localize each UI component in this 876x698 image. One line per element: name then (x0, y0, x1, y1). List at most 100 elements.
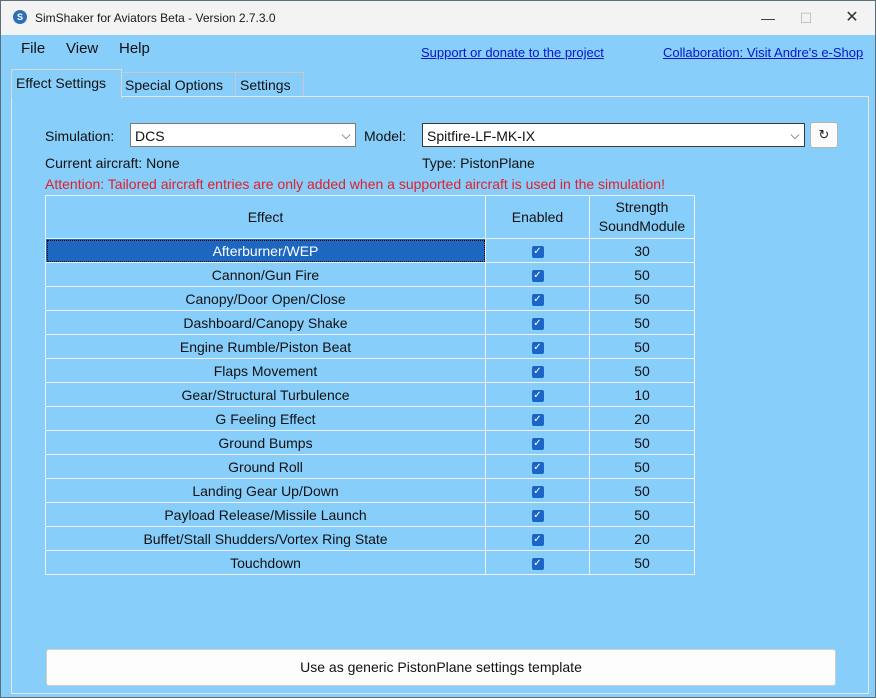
table-row[interactable]: Landing Gear Up/Down ✓ 50 (45, 478, 695, 503)
table-row[interactable]: Cannon/Gun Fire ✓ 50 (45, 262, 695, 287)
effect-cell[interactable]: Engine Rumble/Piston Beat (45, 334, 486, 359)
enabled-cell: ✓ (485, 454, 590, 479)
enabled-checkbox[interactable]: ✓ (531, 317, 544, 330)
strength-cell[interactable]: 50 (589, 334, 695, 359)
simulation-select[interactable]: DCS ⌵ (130, 123, 356, 147)
collaboration-link[interactable]: Collaboration: Visit Andre's e-Shop (663, 45, 863, 60)
table-row[interactable]: Gear/Structural Turbulence ✓ 10 (45, 382, 695, 407)
model-value: Spitfire-LF-MK-IX (427, 128, 536, 144)
effect-cell[interactable]: Payload Release/Missile Launch (45, 502, 486, 527)
strength-cell[interactable]: 50 (589, 478, 695, 503)
effect-cell[interactable]: Afterburner/WEP (45, 238, 486, 263)
strength-cell[interactable]: 20 (589, 526, 695, 551)
app-window: S SimShaker for Aviators Beta - Version … (0, 0, 876, 698)
strength-cell[interactable]: 50 (589, 286, 695, 311)
model-select[interactable]: Spitfire-LF-MK-IX ⌵ (422, 123, 805, 147)
strength-cell[interactable]: 20 (589, 406, 695, 431)
enabled-checkbox[interactable]: ✓ (531, 485, 544, 498)
chevron-down-icon: ⌵ (341, 128, 351, 142)
table-row[interactable]: Canopy/Door Open/Close ✓ 50 (45, 286, 695, 311)
maximize-button[interactable]: ☐ (791, 7, 821, 29)
menu-view[interactable]: View (66, 40, 98, 57)
strength-cell[interactable]: 30 (589, 238, 695, 263)
table-row[interactable]: Ground Bumps ✓ 50 (45, 430, 695, 455)
strength-cell[interactable]: 50 (589, 430, 695, 455)
strength-cell[interactable]: 10 (589, 382, 695, 407)
app-logo-icon: S (13, 10, 27, 24)
enabled-cell: ✓ (485, 334, 590, 359)
tab-effect-settings[interactable]: Effect Settings (11, 69, 122, 98)
close-button[interactable]: ✕ (837, 7, 867, 29)
refresh-button[interactable]: ↻ (810, 122, 838, 148)
enabled-cell: ✓ (485, 502, 590, 527)
table-row[interactable]: G Feeling Effect ✓ 20 (45, 406, 695, 431)
effect-cell[interactable]: Touchdown (45, 550, 486, 575)
strength-cell[interactable]: 50 (589, 262, 695, 287)
menu-bar: File View Help Support or donate to the … (1, 35, 875, 65)
effect-cell[interactable]: Ground Roll (45, 454, 486, 479)
effects-table-body: Afterburner/WEP ✓ 30 Cannon/Gun Fire ✓ 50 Cano… (45, 238, 695, 575)
enabled-cell: ✓ (485, 262, 590, 287)
effect-cell[interactable]: Ground Bumps (45, 430, 486, 455)
enabled-cell: ✓ (485, 406, 590, 431)
aircraft-type-text: Type: PistonPlane (422, 155, 535, 171)
enabled-checkbox[interactable]: ✓ (531, 557, 544, 570)
enabled-checkbox[interactable]: ✓ (531, 413, 544, 426)
menu-file[interactable]: File (21, 40, 45, 57)
table-row[interactable]: Payload Release/Missile Launch ✓ 50 (45, 502, 695, 527)
table-row[interactable]: Afterburner/WEP ✓ 30 (45, 238, 695, 263)
enabled-checkbox[interactable]: ✓ (531, 533, 544, 546)
effect-cell[interactable]: Canopy/Door Open/Close (45, 286, 486, 311)
support-link[interactable]: Support or donate to the project (421, 45, 604, 60)
minimize-button[interactable]: — (753, 7, 783, 29)
effect-cell[interactable]: G Feeling Effect (45, 406, 486, 431)
enabled-cell: ✓ (485, 286, 590, 311)
strength-cell[interactable]: 50 (589, 310, 695, 335)
enabled-cell: ✓ (485, 430, 590, 455)
strength-cell[interactable]: 50 (589, 358, 695, 383)
enabled-cell: ✓ (485, 310, 590, 335)
enabled-checkbox[interactable]: ✓ (531, 461, 544, 474)
enabled-checkbox[interactable]: ✓ (531, 245, 544, 258)
column-header-effect[interactable]: Effect (45, 195, 486, 239)
menu-help[interactable]: Help (119, 40, 150, 57)
table-row[interactable]: Buffet/Stall Shudders/Vortex Ring State ✓… (45, 526, 695, 551)
enabled-checkbox[interactable]: ✓ (531, 269, 544, 282)
table-row[interactable]: Touchdown ✓ 50 (45, 550, 695, 575)
column-header-strength[interactable]: Strength SoundModule (589, 195, 695, 239)
enabled-cell: ✓ (485, 550, 590, 575)
effect-settings-panel: Simulation: DCS ⌵ Model: Spitfire-LF-MK-… (11, 96, 869, 694)
window-title: SimShaker for Aviators Beta - Version 2.… (35, 11, 276, 25)
enabled-cell: ✓ (485, 526, 590, 551)
column-header-enabled[interactable]: Enabled (485, 195, 590, 239)
model-label: Model: (364, 128, 407, 144)
simulation-value: DCS (135, 128, 165, 144)
table-row[interactable]: Flaps Movement ✓ 50 (45, 358, 695, 383)
effect-cell[interactable]: Gear/Structural Turbulence (45, 382, 486, 407)
effect-cell[interactable]: Cannon/Gun Fire (45, 262, 486, 287)
enabled-checkbox[interactable]: ✓ (531, 509, 544, 522)
strength-header-line2: SoundModule (598, 218, 686, 234)
simulation-label: Simulation: (45, 128, 115, 144)
current-aircraft-text: Current aircraft: None (45, 155, 180, 171)
use-as-template-button[interactable]: Use as generic PistonPlane settings temp… (46, 649, 836, 686)
table-row[interactable]: Dashboard/Canopy Shake ✓ 50 (45, 310, 695, 335)
enabled-checkbox[interactable]: ✓ (531, 365, 544, 378)
enabled-cell: ✓ (485, 358, 590, 383)
strength-cell[interactable]: 50 (589, 550, 695, 575)
enabled-checkbox[interactable]: ✓ (531, 437, 544, 450)
enabled-checkbox[interactable]: ✓ (531, 389, 544, 402)
table-row[interactable]: Ground Roll ✓ 50 (45, 454, 695, 479)
effect-cell[interactable]: Buffet/Stall Shudders/Vortex Ring State (45, 526, 486, 551)
title-bar: S SimShaker for Aviators Beta - Version … (1, 1, 875, 35)
effect-cell[interactable]: Landing Gear Up/Down (45, 478, 486, 503)
enabled-checkbox[interactable]: ✓ (531, 341, 544, 354)
enabled-checkbox[interactable]: ✓ (531, 293, 544, 306)
strength-cell[interactable]: 50 (589, 502, 695, 527)
effect-cell[interactable]: Flaps Movement (45, 358, 486, 383)
tab-special-options[interactable]: Special Options (120, 72, 243, 97)
tab-settings[interactable]: Settings (235, 72, 304, 97)
strength-cell[interactable]: 50 (589, 454, 695, 479)
effect-cell[interactable]: Dashboard/Canopy Shake (45, 310, 486, 335)
table-row[interactable]: Engine Rumble/Piston Beat ✓ 50 (45, 334, 695, 359)
